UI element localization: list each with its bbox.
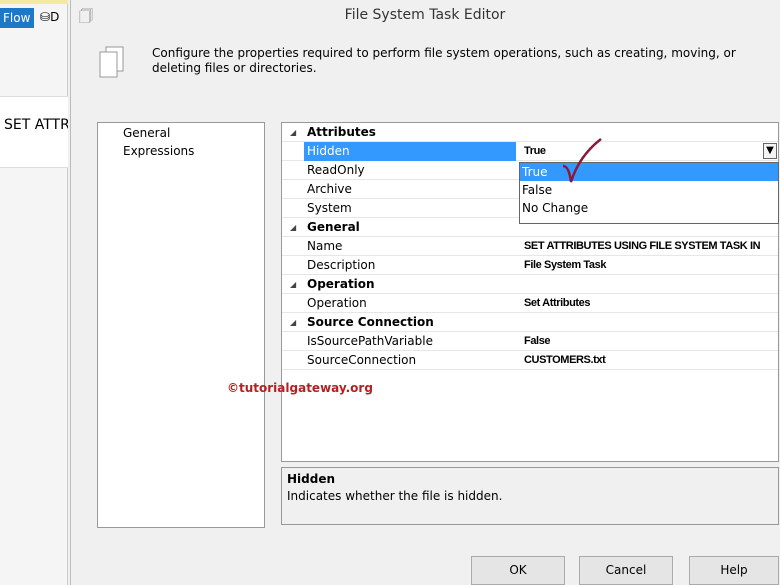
property-value[interactable]: Set Attributes (524, 294, 776, 313)
property-name[interactable]: SourceConnection (307, 351, 519, 370)
task-box[interactable]: SET ATTRIBUTES USING FILE SYSTEM TASK (0, 96, 68, 168)
property-name[interactable]: Hidden (304, 142, 516, 161)
help-title: Hidden (287, 472, 336, 486)
category-row[interactable]: ◢ Attributes (282, 123, 778, 142)
property-row[interactable]: Description File System Task (282, 256, 778, 275)
category-label: Operation (307, 277, 375, 291)
collapse-triangle-icon[interactable]: ◢ (290, 275, 296, 294)
property-row[interactable]: Name SET ATTRIBUTES USING FILE SYSTEM TAS… (282, 237, 778, 256)
help-text: Indicates whether the file is hidden. (287, 489, 503, 503)
property-name[interactable]: Archive (307, 180, 519, 199)
property-name[interactable]: Name (307, 237, 519, 256)
nav-item-general[interactable]: General (123, 126, 170, 140)
dialog-title: File System Task Editor (344, 7, 506, 23)
property-value[interactable]: CUSTOMERS.txt (524, 351, 776, 370)
collapse-triangle-icon[interactable]: ◢ (290, 313, 296, 332)
cancel-button[interactable]: Cancel (579, 556, 673, 585)
help-button[interactable]: Help (689, 556, 779, 585)
category-label: Attributes (307, 125, 376, 139)
data-flow-label: D (50, 10, 60, 24)
property-name[interactable]: Description (307, 256, 519, 275)
hidden-dropdown-list[interactable]: True False No Change (519, 162, 779, 224)
ok-button[interactable]: OK (471, 556, 565, 585)
designer-background (0, 0, 68, 585)
collapse-triangle-icon[interactable]: ◢ (290, 218, 296, 237)
nav-list: General Expressions (97, 122, 265, 528)
control-flow-tab[interactable]: Flow (0, 8, 34, 28)
property-name[interactable]: System (307, 199, 519, 218)
property-value[interactable]: SET ATTRIBUTES USING FILE SYSTEM TASK IN (524, 237, 776, 256)
category-row[interactable]: ◢ Operation (282, 275, 778, 294)
property-value[interactable]: File System Task (524, 256, 776, 275)
documents-icon (99, 46, 124, 78)
category-label: Source Connection (307, 315, 434, 329)
dialog-description: Configure the properties required to per… (152, 46, 736, 75)
category-label: General (307, 220, 360, 234)
property-name[interactable]: Operation (307, 294, 519, 313)
watermark: ©tutorialgateway.org (227, 381, 373, 395)
property-name[interactable]: IsSourcePathVariable (307, 332, 519, 351)
nav-item-expressions[interactable]: Expressions (123, 144, 194, 158)
property-name[interactable]: ReadOnly (307, 161, 519, 180)
property-row[interactable]: SourceConnection CUSTOMERS.txt (282, 351, 778, 370)
property-row[interactable]: IsSourcePathVariable False (282, 332, 778, 351)
checkmark-annotation-icon (562, 138, 602, 183)
property-row[interactable]: Hidden True (282, 142, 778, 161)
collapse-triangle-icon[interactable]: ◢ (290, 123, 296, 142)
property-value[interactable]: False (524, 332, 776, 351)
property-help-panel: Hidden Indicates whether the file is hid… (281, 467, 779, 525)
option-no-change[interactable]: No Change (520, 199, 778, 217)
designer-top-strip (0, 0, 68, 4)
chevron-down-icon[interactable]: ▼ (763, 143, 777, 159)
property-row[interactable]: Operation Set Attributes (282, 294, 778, 313)
file-system-task-editor-dialog: 🗍 File System Task Editor Configure the … (70, 0, 780, 585)
data-flow-icon: ⛁D (40, 10, 60, 24)
category-row[interactable]: ◢ Source Connection (282, 313, 778, 332)
